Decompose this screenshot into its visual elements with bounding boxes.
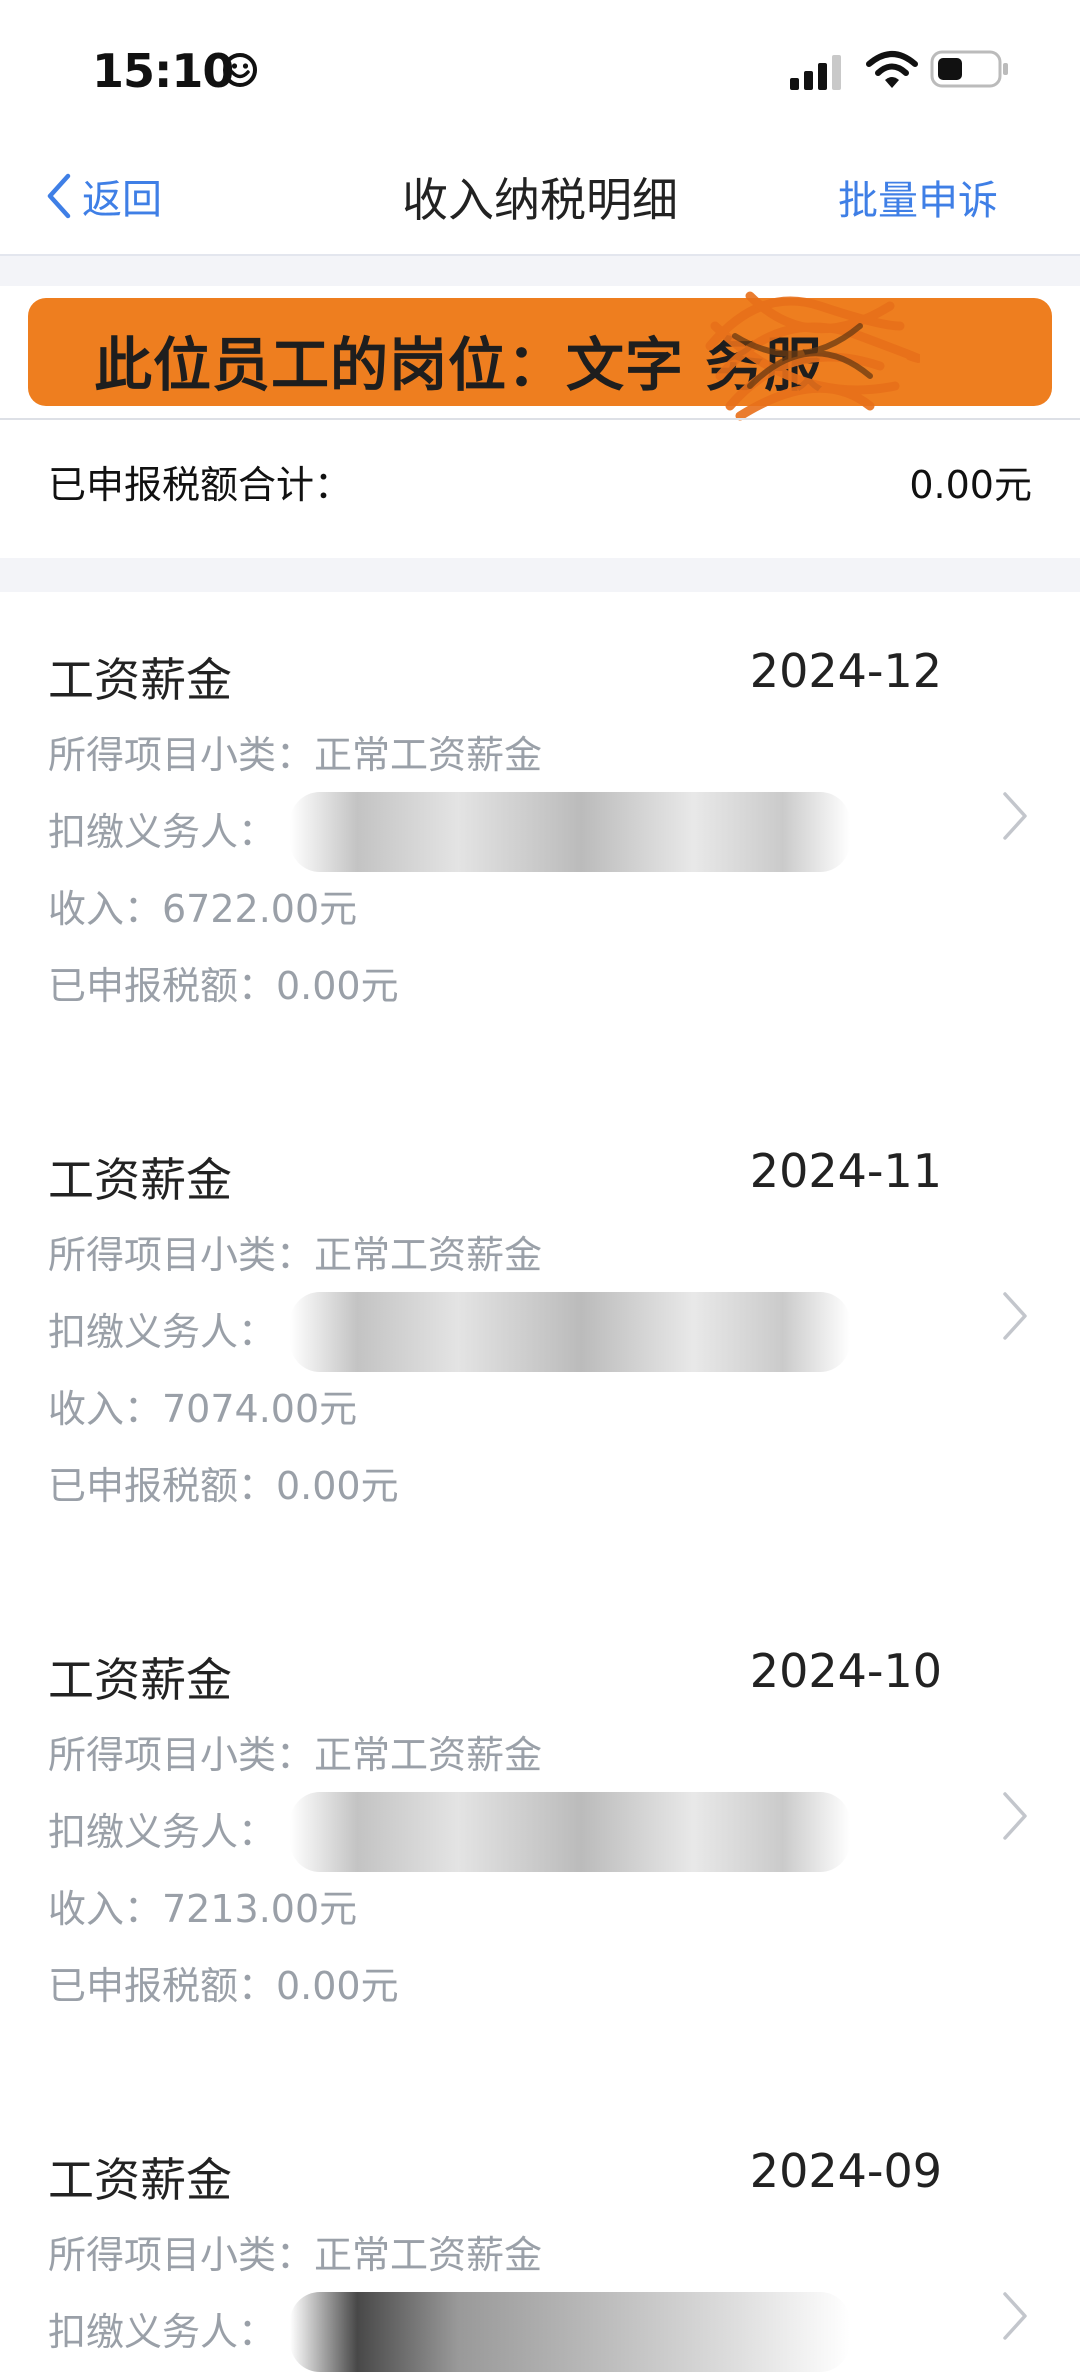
chevron-right-icon [1003, 792, 1027, 840]
record-income: 收入：6722.00元 [48, 887, 358, 931]
list-item[interactable]: 工资薪金 2024-10 所得项目小类：正常工资薪金 扣缴义务人： 收入：721… [0, 1594, 1080, 2094]
nav-bar: 返回 收入纳税明细 批量申诉 [0, 140, 1080, 256]
wifi-icon [866, 51, 918, 88]
record-subtype: 所得项目小类：正常工资薪金 [48, 1733, 543, 1777]
chevron-right-icon [1003, 1292, 1027, 1340]
redaction-scribble [705, 291, 920, 421]
list-item[interactable]: 工资薪金 2024-09 所得项目小类：正常工资薪金 扣缴义务人： [0, 2094, 1080, 2372]
redacted-area [290, 2292, 850, 2372]
summary-value: 0.00元 [909, 463, 1032, 507]
record-withholder: 扣缴义务人： [48, 810, 277, 854]
record-category: 工资薪金 [48, 1653, 232, 1707]
record-category: 工资薪金 [48, 653, 232, 707]
batch-appeal-button[interactable]: 批量申诉 [838, 168, 998, 226]
tax-summary-row: 已申报税额合计： 0.00元 [0, 418, 1080, 560]
chevron-right-icon [1003, 2292, 1027, 2340]
record-month: 2024-12 [749, 644, 942, 698]
chevron-right-icon [1003, 1792, 1027, 1840]
record-month: 2024-11 [749, 1144, 942, 1198]
record-tax: 已申报税额：0.00元 [48, 1464, 399, 1508]
record-category: 工资薪金 [48, 1153, 232, 1207]
record-tax: 已申报税额：0.00元 [48, 1964, 399, 2008]
record-subtype: 所得项目小类：正常工资薪金 [48, 1233, 543, 1277]
smile-icon [223, 53, 257, 87]
record-subtype: 所得项目小类：正常工资薪金 [48, 733, 543, 777]
record-income: 收入：7074.00元 [48, 1387, 358, 1431]
list-item[interactable]: 工资薪金 2024-12 所得项目小类：正常工资薪金 扣缴义务人： 收入：672… [0, 594, 1080, 1094]
record-income: 收入：7213.00元 [48, 1887, 358, 1931]
record-month: 2024-09 [749, 2144, 942, 2198]
record-withholder: 扣缴义务人： [48, 2310, 277, 2354]
record-withholder: 扣缴义务人： [48, 1810, 277, 1854]
redacted-area [290, 1292, 850, 1372]
section-divider [0, 558, 1080, 592]
record-withholder: 扣缴义务人： [48, 1310, 277, 1354]
status-time: 15:10 [92, 44, 234, 98]
record-category: 工资薪金 [48, 2153, 232, 2207]
summary-label: 已申报税额合计： [48, 463, 353, 507]
record-tax: 已申报税额：0.00元 [48, 964, 399, 1008]
list-item[interactable]: 工资薪金 2024-11 所得项目小类：正常工资薪金 扣缴义务人： 收入：707… [0, 1094, 1080, 1594]
redacted-area [290, 1792, 850, 1872]
redacted-area [290, 792, 850, 872]
record-month: 2024-10 [749, 1644, 942, 1698]
status-bar: 15:10 [0, 0, 1080, 140]
signal-icon [790, 55, 841, 90]
battery-icon [930, 50, 1008, 88]
record-subtype: 所得项目小类：正常工资薪金 [48, 2233, 543, 2277]
